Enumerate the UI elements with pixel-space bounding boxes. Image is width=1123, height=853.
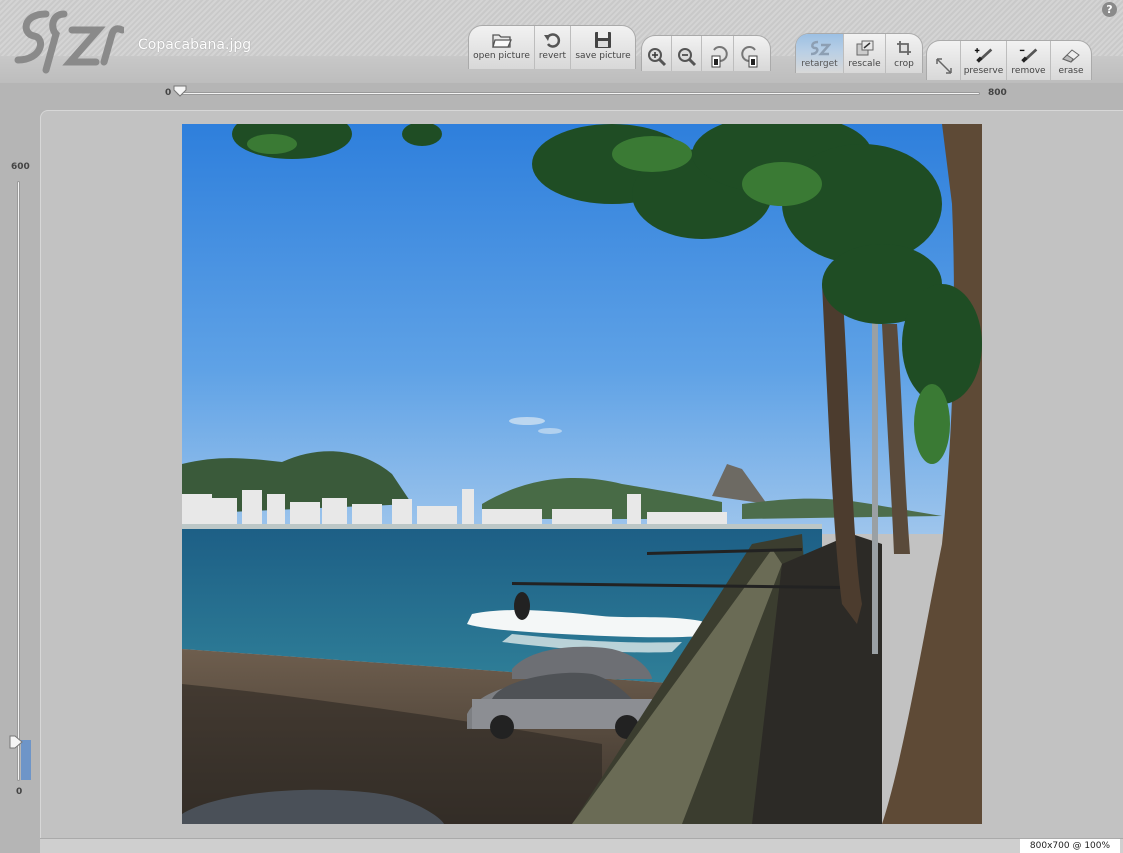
crop-button[interactable]: crop [886, 34, 922, 73]
retarget-icon [809, 38, 831, 58]
brush-toolbar: preserve remove erase [926, 40, 1092, 80]
height-slider-track[interactable] [17, 181, 20, 781]
rotate-left-icon [707, 46, 729, 68]
height-max-label: 600 [11, 162, 30, 172]
rescale-button[interactable]: rescale [844, 34, 886, 73]
rotate-right-icon [740, 46, 762, 68]
height-min-label: 0 [16, 787, 23, 797]
revert-button[interactable]: revert [535, 26, 571, 69]
status-bar [40, 838, 1123, 853]
save-picture-label: save picture [575, 51, 631, 61]
file-name: Copacabana.jpg [138, 37, 252, 53]
width-slider-thumb[interactable] [173, 82, 187, 101]
width-min-label: 0 [165, 88, 172, 98]
width-slider-track[interactable] [177, 92, 980, 95]
remove-label: remove [1011, 66, 1046, 76]
height-slider-thumb[interactable] [9, 734, 23, 753]
beach-photo [182, 124, 982, 824]
picture-canvas[interactable] [182, 124, 982, 824]
floppy-icon [592, 30, 614, 50]
image-size-status: 800x700 @ 100% [1020, 839, 1120, 853]
open-picture-button[interactable]: open picture [469, 26, 535, 69]
open-picture-label: open picture [473, 51, 530, 61]
preserve-label: preserve [963, 66, 1004, 76]
expand-button[interactable] [927, 41, 961, 80]
zoom-in-icon [646, 47, 668, 67]
retarget-button[interactable]: retarget [796, 34, 844, 73]
eraser-icon [1060, 45, 1082, 65]
save-picture-button[interactable]: save picture [571, 26, 635, 69]
expand-arrows-icon [933, 56, 955, 76]
mode-toolbar: retarget rescale crop [795, 33, 923, 73]
file-toolbar: open picture revert save picture [468, 25, 636, 69]
app-logo [12, 8, 126, 82]
zoom-out-icon [676, 47, 698, 67]
retarget-label: retarget [801, 59, 838, 69]
erase-label: erase [1058, 66, 1084, 76]
remove-button[interactable]: remove [1007, 41, 1051, 80]
zoom-in-button[interactable] [642, 36, 672, 71]
rotate-right-button[interactable] [734, 36, 768, 71]
rotate-left-button[interactable] [702, 36, 734, 71]
open-folder-icon [491, 30, 513, 50]
crop-icon [893, 38, 915, 58]
zoom-out-button[interactable] [672, 36, 702, 71]
rescale-icon [854, 38, 876, 58]
preserve-button[interactable]: preserve [961, 41, 1007, 80]
width-max-label: 800 [988, 88, 1007, 98]
crop-label: crop [894, 59, 914, 69]
revert-label: revert [538, 51, 567, 61]
rescale-label: rescale [848, 59, 881, 69]
help-button[interactable]: ? [1102, 2, 1117, 17]
revert-icon [542, 30, 564, 50]
view-toolbar [641, 35, 771, 71]
brush-plus-icon [973, 45, 995, 65]
brush-minus-icon [1018, 45, 1040, 65]
erase-button[interactable]: erase [1051, 41, 1091, 80]
